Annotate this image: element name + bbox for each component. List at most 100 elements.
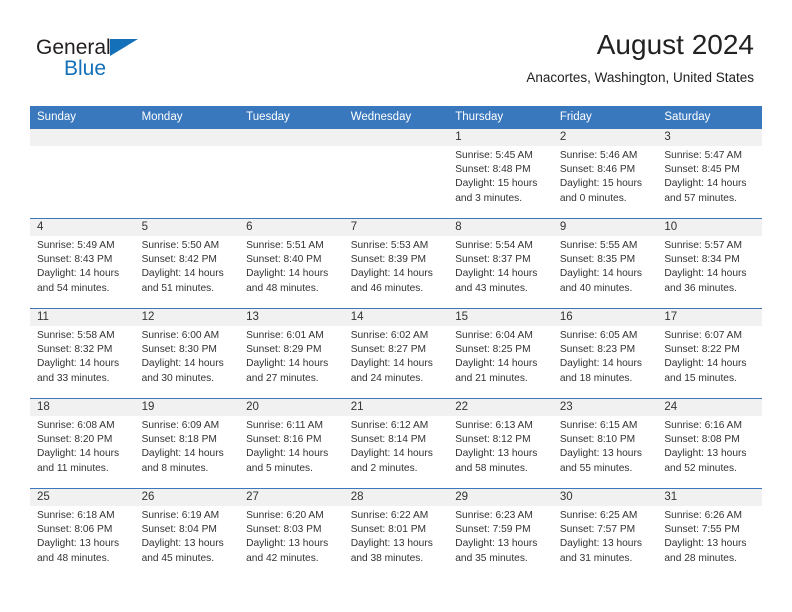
daylight-duration-line2: and 35 minutes. <box>455 552 528 564</box>
day-cell-content: 20 Sunrise: 6:11 AM Sunset: 8:16 PM Dayligh… <box>239 399 344 488</box>
daylight-duration-line1: Daylight: 13 hours <box>141 538 224 550</box>
sunset-time: Sunset: 8:10 PM <box>559 434 636 446</box>
sunset-time: Sunset: 8:25 PM <box>455 344 531 356</box>
calendar-day-cell[interactable]: 7 Sunrise: 5:53 AM Sunset: 8:39 PM Daylight… <box>343 218 449 309</box>
calendar-day-cell[interactable]: 25 Sunrise: 6:18 AM Sunset: 8:06 PM Dayligh… <box>30 488 135 578</box>
calendar-day-cell[interactable]: 6 Sunrise: 5:51 AM Sunset: 8:40 PM Daylight… <box>239 218 344 309</box>
sunrise-time: Sunrise: 5:47 AM <box>664 150 742 161</box>
calendar-day-cell[interactable]: 10 Sunrise: 5:57 AM Sunset: 8:34 PM Dayligh… <box>657 218 762 309</box>
weekday-header-wednesday: Wednesday <box>343 106 449 129</box>
day-cell-content <box>30 129 135 218</box>
daylight-duration-line1: Daylight: 14 hours <box>37 448 120 460</box>
page-title: August 2024 <box>596 29 754 60</box>
sunset-time: Sunset: 8:01 PM <box>350 524 427 536</box>
day-number: 20 <box>239 399 344 416</box>
weekday-header-sunday: Sunday <box>30 106 135 129</box>
calendar-day-cell[interactable]: 26 Sunrise: 6:19 AM Sunset: 8:04 PM Dayligh… <box>134 488 240 578</box>
calendar-day-cell[interactable]: 31 Sunrise: 6:26 AM Sunset: 7:55 PM Dayligh… <box>657 488 762 578</box>
daylight-duration-line2: and 54 minutes. <box>37 282 110 294</box>
day-details: Sunrise: 5:51 AM Sunset: 8:40 PM Daylight:… <box>239 236 344 296</box>
day-details: Sunrise: 6:04 AM Sunset: 8:25 PM Daylight:… <box>448 326 553 386</box>
calendar-day-cell[interactable]: 17 Sunrise: 6:07 AM Sunset: 8:22 PM Dayligh… <box>657 308 762 399</box>
daylight-duration-line2: and 18 minutes. <box>559 372 633 384</box>
day-number: 4 <box>30 219 135 236</box>
day-number: 11 <box>30 309 135 326</box>
calendar-day-cell[interactable]: 30 Sunrise: 6:25 AM Sunset: 7:57 PM Dayligh… <box>552 488 658 578</box>
day-number: 24 <box>657 399 762 416</box>
calendar-day-cell[interactable]: 24 Sunrise: 6:16 AM Sunset: 8:08 PM Dayligh… <box>657 398 762 489</box>
calendar-day-cell[interactable]: 9 Sunrise: 5:55 AM Sunset: 8:35 PM Daylight… <box>552 218 658 309</box>
sunset-time: Sunset: 8:37 PM <box>455 254 531 266</box>
sunrise-time: Sunrise: 5:54 AM <box>455 240 533 251</box>
sunrise-time: Sunrise: 5:50 AM <box>141 240 220 251</box>
day-cell-content: 4 Sunrise: 5:49 AM Sunset: 8:43 PM Daylight… <box>30 219 135 308</box>
sunset-time: Sunset: 8:35 PM <box>559 254 636 266</box>
daylight-duration-line2: and 45 minutes. <box>141 552 215 564</box>
daylight-duration-line1: Daylight: 14 hours <box>141 268 224 280</box>
daylight-duration-line1: Daylight: 13 hours <box>559 538 642 550</box>
day-number: 19 <box>134 399 240 416</box>
calendar-day-cell[interactable]: 8 Sunrise: 5:54 AM Sunset: 8:37 PM Daylight… <box>448 218 553 309</box>
day-details: Sunrise: 6:12 AM Sunset: 8:14 PM Daylight:… <box>344 416 449 476</box>
day-cell-content: 6 Sunrise: 5:51 AM Sunset: 8:40 PM Daylight… <box>239 219 344 308</box>
day-number: 27 <box>239 489 344 506</box>
calendar-day-cell[interactable]: 15 Sunrise: 6:04 AM Sunset: 8:25 PM Dayligh… <box>448 308 553 399</box>
daylight-duration-line2: and 31 minutes. <box>559 552 633 564</box>
sunrise-time: Sunrise: 5:55 AM <box>559 240 638 251</box>
calendar-day-cell[interactable]: 13 Sunrise: 6:01 AM Sunset: 8:29 PM Dayligh… <box>239 308 344 399</box>
calendar-day-cell[interactable]: 28 Sunrise: 6:22 AM Sunset: 8:01 PM Dayligh… <box>343 488 449 578</box>
sunrise-time: Sunrise: 6:02 AM <box>350 330 429 341</box>
daylight-duration-line1: Daylight: 15 hours <box>455 178 538 190</box>
calendar-day-cell[interactable]: 23 Sunrise: 6:15 AM Sunset: 8:10 PM Dayligh… <box>552 398 658 489</box>
day-details: Sunrise: 5:55 AM Sunset: 8:35 PM Daylight:… <box>553 236 658 296</box>
calendar-day-cell[interactable]: 5 Sunrise: 5:50 AM Sunset: 8:42 PM Daylight… <box>134 218 240 309</box>
calendar-week-row: 25 Sunrise: 6:18 AM Sunset: 8:06 PM Dayligh… <box>30 488 762 578</box>
calendar-day-cell[interactable]: 1 Sunrise: 5:45 AM Sunset: 8:48 PM Daylight… <box>448 129 553 219</box>
calendar-day-cell <box>134 129 240 219</box>
day-details: Sunrise: 6:18 AM Sunset: 8:06 PM Daylight:… <box>30 506 135 566</box>
day-cell-content: 27 Sunrise: 6:20 AM Sunset: 8:03 PM Dayligh… <box>239 489 344 578</box>
day-number: 26 <box>134 489 240 506</box>
day-cell-content: 18 Sunrise: 6:08 AM Sunset: 8:20 PM Dayligh… <box>30 399 135 488</box>
calendar-day-cell[interactable]: 2 Sunrise: 5:46 AM Sunset: 8:46 PM Daylight… <box>552 129 658 219</box>
calendar-day-cell[interactable]: 4 Sunrise: 5:49 AM Sunset: 8:43 PM Daylight… <box>30 218 135 309</box>
sunrise-time: Sunrise: 6:18 AM <box>37 510 115 521</box>
logo-triangle-icon <box>109 39 138 56</box>
day-number: 1 <box>448 129 553 146</box>
calendar-day-cell[interactable]: 11 Sunrise: 5:58 AM Sunset: 8:32 PM Dayligh… <box>30 308 135 399</box>
day-number: 5 <box>134 219 240 236</box>
day-cell-content: 1 Sunrise: 5:45 AM Sunset: 8:48 PM Daylight… <box>448 129 553 218</box>
day-details: Sunrise: 6:05 AM Sunset: 8:23 PM Daylight:… <box>553 326 658 386</box>
sunrise-time: Sunrise: 6:23 AM <box>455 510 533 521</box>
sunset-time: Sunset: 8:30 PM <box>141 344 217 356</box>
daylight-duration-line2: and 0 minutes. <box>559 192 627 204</box>
calendar-day-cell[interactable]: 29 Sunrise: 6:23 AM Sunset: 7:59 PM Dayligh… <box>448 488 553 578</box>
calendar-day-cell[interactable]: 27 Sunrise: 6:20 AM Sunset: 8:03 PM Dayligh… <box>239 488 344 578</box>
day-cell-content <box>134 129 240 218</box>
calendar-week-row: 11 Sunrise: 5:58 AM Sunset: 8:32 PM Dayligh… <box>30 308 762 399</box>
calendar-day-cell[interactable]: 22 Sunrise: 6:13 AM Sunset: 8:12 PM Dayligh… <box>448 398 553 489</box>
calendar-day-cell[interactable]: 20 Sunrise: 6:11 AM Sunset: 8:16 PM Dayligh… <box>239 398 344 489</box>
calendar-day-cell[interactable]: 18 Sunrise: 6:08 AM Sunset: 8:20 PM Dayligh… <box>30 398 135 489</box>
logo-top-row: General <box>36 36 236 60</box>
day-number: 22 <box>448 399 553 416</box>
day-details: Sunrise: 6:16 AM Sunset: 8:08 PM Daylight:… <box>657 416 762 476</box>
day-number: 31 <box>657 489 762 506</box>
calendar-day-cell[interactable]: 16 Sunrise: 6:05 AM Sunset: 8:23 PM Dayligh… <box>552 308 658 399</box>
calendar-day-cell[interactable]: 19 Sunrise: 6:09 AM Sunset: 8:18 PM Dayligh… <box>134 398 240 489</box>
day-details: Sunrise: 5:54 AM Sunset: 8:37 PM Daylight:… <box>448 236 553 296</box>
day-number: 18 <box>30 399 135 416</box>
calendar-day-cell[interactable]: 14 Sunrise: 6:02 AM Sunset: 8:27 PM Dayligh… <box>343 308 449 399</box>
sunrise-time: Sunrise: 5:49 AM <box>37 240 115 251</box>
general-blue-logo[interactable]: General Blue <box>36 36 236 88</box>
daylight-duration-line2: and 48 minutes. <box>246 282 319 294</box>
day-cell-content <box>343 129 449 218</box>
daylight-duration-line1: Daylight: 14 hours <box>455 268 538 280</box>
daylight-duration-line2: and 27 minutes. <box>246 372 319 384</box>
calendar-day-cell[interactable]: 3 Sunrise: 5:47 AM Sunset: 8:45 PM Daylight… <box>657 129 762 219</box>
daylight-duration-line2: and 43 minutes. <box>455 282 528 294</box>
calendar-day-cell[interactable]: 21 Sunrise: 6:12 AM Sunset: 8:14 PM Dayligh… <box>343 398 449 489</box>
day-cell-content: 14 Sunrise: 6:02 AM Sunset: 8:27 PM Dayligh… <box>343 309 449 398</box>
calendar-day-cell[interactable]: 12 Sunrise: 6:00 AM Sunset: 8:30 PM Dayligh… <box>134 308 240 399</box>
weekday-header-saturday: Saturday <box>657 106 762 129</box>
